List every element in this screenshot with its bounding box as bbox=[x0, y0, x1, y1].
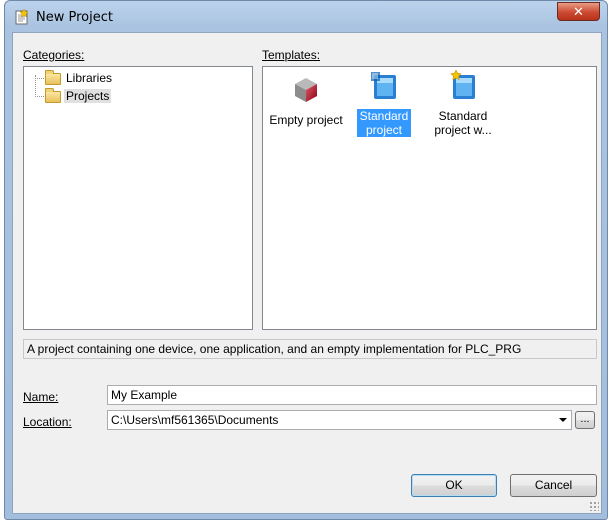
templates-label-text: Templates: bbox=[262, 48, 321, 62]
ok-button[interactable]: OK bbox=[411, 474, 497, 497]
template-label: Empty project bbox=[269, 113, 343, 127]
folder-icon bbox=[45, 70, 61, 85]
tree-item-label: Libraries bbox=[66, 71, 113, 85]
name-field[interactable]: My Example bbox=[107, 385, 597, 405]
templates-label: Templates: bbox=[262, 48, 320, 62]
window-title: New Project bbox=[36, 10, 113, 25]
tree-connector bbox=[35, 96, 44, 97]
template-empty-project[interactable]: Empty project bbox=[264, 74, 348, 127]
name-label-text: Name: bbox=[23, 390, 59, 404]
name-label: Name: bbox=[23, 390, 58, 404]
resize-grip[interactable] bbox=[589, 501, 599, 511]
template-standard-project-wizard[interactable]: Standard project w... bbox=[421, 69, 505, 137]
cancel-button[interactable]: Cancel bbox=[510, 474, 597, 497]
dialog-client-area: Categories: Libraries Projects Templates… bbox=[12, 32, 602, 514]
tree-connector bbox=[35, 78, 44, 79]
templates-list[interactable]: Empty project Standard project Standard … bbox=[262, 66, 597, 330]
tree-item-label: Projects bbox=[64, 89, 112, 103]
new-project-dialog: New Project ✕ Categories: Libraries Proj… bbox=[4, 0, 608, 520]
location-label: Location: bbox=[23, 415, 72, 429]
empty-project-icon bbox=[290, 74, 322, 106]
location-label-text: Location: bbox=[23, 415, 72, 429]
close-button[interactable]: ✕ bbox=[557, 2, 600, 21]
title-bar[interactable]: New Project ✕ bbox=[5, 1, 607, 33]
categories-label: Categories: bbox=[23, 48, 84, 62]
location-value: C:\Users\mf561365\Documents bbox=[111, 413, 279, 427]
categories-tree[interactable]: Libraries Projects bbox=[23, 66, 253, 330]
template-label: Standard project w... bbox=[434, 109, 492, 137]
location-combobox[interactable]: C:\Users\mf561365\Documents bbox=[107, 410, 572, 430]
new-project-icon bbox=[15, 9, 29, 25]
chevron-down-icon[interactable] bbox=[559, 418, 567, 422]
standard-project-icon bbox=[368, 70, 400, 102]
folder-icon bbox=[45, 88, 61, 103]
template-standard-project[interactable]: Standard project bbox=[342, 70, 426, 137]
standard-project-wizard-icon bbox=[447, 69, 479, 102]
categories-label-text: Categories: bbox=[23, 48, 85, 62]
browse-button[interactable]: ... bbox=[575, 411, 595, 429]
template-label: Standard project bbox=[357, 109, 411, 137]
template-description: A project containing one device, one app… bbox=[23, 339, 597, 359]
